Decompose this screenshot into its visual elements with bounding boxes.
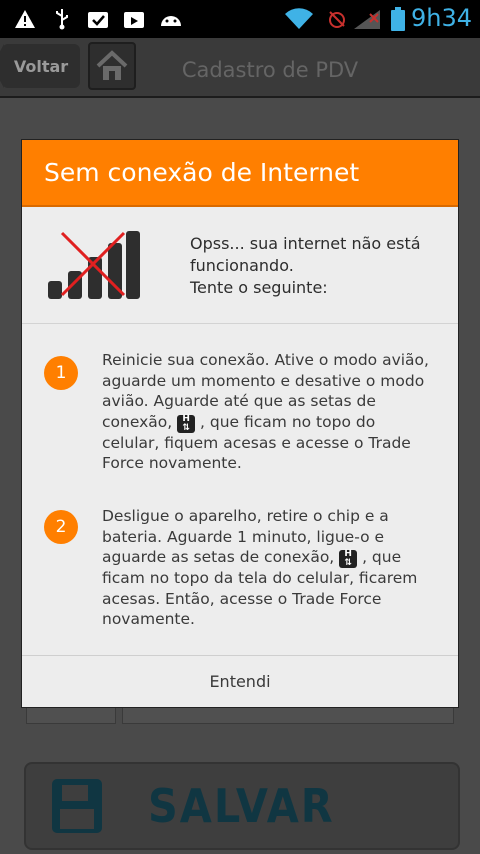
action-bar: Voltar Cadastro de PDV <box>0 38 480 98</box>
connection-arrows-icon: H ⇅ <box>339 550 358 568</box>
alarm-icon <box>326 8 348 30</box>
signal-icon <box>352 8 382 30</box>
clipboard-icon <box>122 8 146 30</box>
dialog-title: Sem conexão de Internet <box>44 158 360 187</box>
warning-icon <box>14 8 36 30</box>
back-button-label: Voltar <box>13 56 69 76</box>
save-button: SALVAR <box>24 762 460 850</box>
connection-arrows-icon: H ⇅ <box>177 414 196 433</box>
step-text: Desligue o aparelho, retire o chip e a b… <box>102 506 432 630</box>
dialog-header: Sem conexão de Internet <box>22 140 458 207</box>
android-icon <box>158 8 184 30</box>
home-button[interactable] <box>88 42 136 90</box>
step-number-badge: 2 <box>44 510 78 544</box>
floppy-disk-icon <box>52 779 102 833</box>
dialog-intro-text: Opss... sua internet não está funcionand… <box>190 234 421 297</box>
clipboard-check-icon <box>86 8 110 30</box>
save-button-label: SALVAR <box>148 779 335 833</box>
no-signal-icon <box>48 231 140 299</box>
dialog-intro: Opss... sua internet não está funcionand… <box>22 207 458 324</box>
home-icon <box>96 50 128 80</box>
wifi-icon <box>284 8 314 30</box>
confirm-button[interactable]: Entendi <box>22 656 458 707</box>
back-button[interactable]: Voltar <box>0 44 80 88</box>
usb-icon <box>52 8 72 30</box>
page-title: Cadastro de PDV <box>181 58 359 82</box>
status-bar: 9h34 <box>0 0 480 38</box>
confirm-button-label: Entendi <box>209 672 271 691</box>
no-internet-dialog: Sem conexão de Internet Opss... sua inte… <box>22 140 458 707</box>
battery-icon <box>390 7 406 31</box>
step-text: Reinicie sua conexão. Ative o modo avião… <box>102 350 432 474</box>
step-number-badge: 1 <box>44 356 78 390</box>
clock-time: 9h34 <box>410 4 472 32</box>
